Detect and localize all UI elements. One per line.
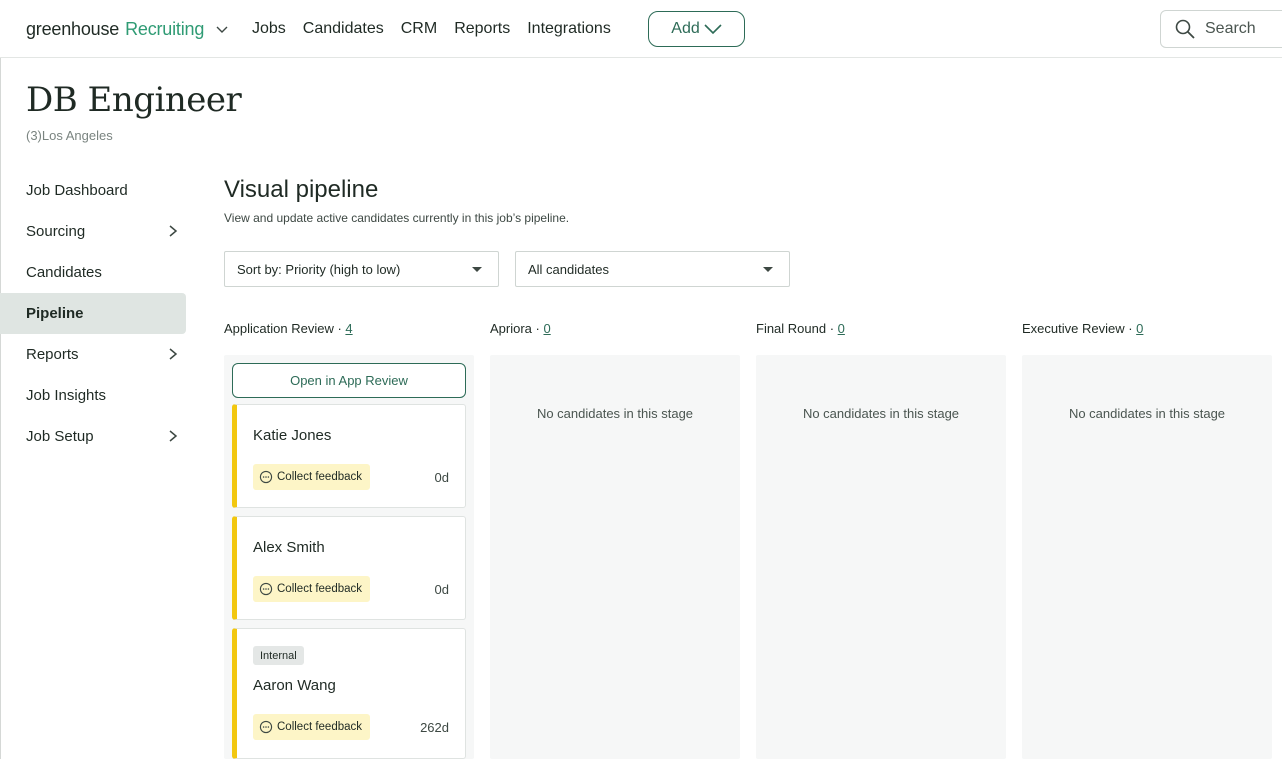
chevron-right-icon xyxy=(169,348,178,360)
stage-name: Executive Review xyxy=(1022,321,1125,336)
chevron-down-icon xyxy=(704,24,722,35)
stage-separator: · xyxy=(1124,321,1137,336)
sort-select-value: Sort by: Priority (high to low) xyxy=(237,261,401,277)
caret-down-icon xyxy=(472,267,482,272)
product-name: Recruiting xyxy=(125,18,205,39)
comment-icon xyxy=(259,470,273,484)
stage-header-apriora: Apriora · 0 xyxy=(490,321,551,336)
stage-name: Apriora xyxy=(490,321,532,336)
comment-icon xyxy=(259,720,273,734)
stage-header-application-review: Application Review · 4 xyxy=(224,321,353,336)
empty-stage-message: No candidates in this stage xyxy=(802,406,960,421)
stage-column-application-review: Open in App Review Katie Jones Collect f… xyxy=(224,355,474,759)
stage-name: Application Review xyxy=(224,321,334,336)
main-nav: Jobs Candidates CRM Reports Integrations xyxy=(252,0,611,58)
empty-stage-message: No candidates in this stage xyxy=(536,406,694,421)
page-title: DB Engineer xyxy=(26,80,242,120)
badge-label: Collect feedback xyxy=(277,583,363,595)
nav-crm[interactable]: CRM xyxy=(401,20,437,38)
internal-tag: Internal xyxy=(253,646,304,665)
candidate-name[interactable]: Katie Jones xyxy=(253,427,331,444)
stage-separator: · xyxy=(531,321,544,336)
sidebar-item-label: Job Dashboard xyxy=(26,182,128,199)
stage-name: Final Round xyxy=(756,321,827,336)
candidate-card[interactable]: Alex Smith Collect feedback 0d xyxy=(232,516,466,620)
sidebar-item-reports[interactable]: Reports xyxy=(0,334,186,375)
badge-label: Collect feedback xyxy=(277,721,363,733)
stage-separator: · xyxy=(333,321,346,336)
sidebar-item-job-setup[interactable]: Job Setup xyxy=(0,416,186,457)
sidebar-item-label: Sourcing xyxy=(26,223,86,240)
open-in-app-review-button[interactable]: Open in App Review xyxy=(232,363,466,398)
search-placeholder: Search xyxy=(1205,20,1256,37)
sidebar-item-label: Job Insights xyxy=(26,387,107,404)
stage-header-executive-review: Executive Review · 0 xyxy=(1022,321,1143,336)
empty-stage-message: No candidates in this stage xyxy=(1068,406,1226,421)
comment-icon xyxy=(259,582,273,596)
filter-select-value: All candidates xyxy=(528,261,609,277)
caret-down-icon xyxy=(763,267,773,272)
chevron-right-icon xyxy=(169,430,178,442)
brand-name: greenhouse xyxy=(26,18,120,39)
nav-candidates[interactable]: Candidates xyxy=(303,20,384,38)
app-logo[interactable]: greenhouse Recruiting xyxy=(26,16,228,42)
collect-feedback-badge[interactable]: Collect feedback xyxy=(253,464,371,490)
sort-select[interactable]: Sort by: Priority (high to low) xyxy=(224,251,499,287)
badge-label: Collect feedback xyxy=(277,471,363,483)
add-button[interactable]: Add xyxy=(648,11,745,47)
stage-count-link[interactable]: 0 xyxy=(543,321,550,336)
job-location: (3)Los Angeles xyxy=(26,128,113,143)
sidebar-item-job-insights[interactable]: Job Insights xyxy=(0,375,186,416)
sidebar-item-label: Reports xyxy=(26,346,79,363)
nav-jobs[interactable]: Jobs xyxy=(252,20,286,38)
sidebar-item-candidates[interactable]: Candidates xyxy=(0,252,186,293)
add-button-label: Add xyxy=(671,20,700,37)
stage-count-link[interactable]: 0 xyxy=(838,321,845,336)
days-in-stage: 262d xyxy=(420,720,449,735)
chevron-down-icon[interactable] xyxy=(216,23,228,35)
candidate-name[interactable]: Alex Smith xyxy=(253,539,325,556)
sidebar-item-label: Job Setup xyxy=(26,428,94,445)
sidebar-item-job-dashboard[interactable]: Job Dashboard xyxy=(0,170,186,211)
stage-count-link[interactable]: 0 xyxy=(1136,321,1143,336)
stage-count-link[interactable]: 4 xyxy=(345,321,352,336)
candidate-name[interactable]: Aaron Wang xyxy=(253,677,336,694)
sidebar-item-pipeline[interactable]: Pipeline xyxy=(0,293,186,334)
candidate-card[interactable]: Internal Aaron Wang Collect feedback 262… xyxy=(232,628,466,759)
collect-feedback-badge[interactable]: Collect feedback xyxy=(253,714,371,740)
stage-separator: · xyxy=(826,321,838,336)
search-icon xyxy=(1175,19,1195,39)
candidate-card[interactable]: Katie Jones Collect feedback 0d xyxy=(232,404,466,508)
collect-feedback-badge[interactable]: Collect feedback xyxy=(253,576,371,602)
search-input[interactable]: Search xyxy=(1160,10,1282,48)
stage-column-apriora: No candidates in this stage xyxy=(490,355,740,759)
stage-header-final-round: Final Round · 0 xyxy=(756,321,845,336)
sidebar: Job Dashboard Sourcing Candidates Pipeli… xyxy=(0,170,186,457)
sidebar-item-label: Pipeline xyxy=(26,305,84,322)
candidate-filter-select[interactable]: All candidates xyxy=(515,251,790,287)
nav-integrations[interactable]: Integrations xyxy=(527,20,611,38)
chevron-right-icon xyxy=(169,225,178,237)
stage-column-executive-review: No candidates in this stage xyxy=(1022,355,1272,759)
stage-column-final-round: No candidates in this stage xyxy=(756,355,1006,759)
nav-reports[interactable]: Reports xyxy=(454,20,510,38)
section-title: Visual pipeline xyxy=(224,176,379,203)
days-in-stage: 0d xyxy=(434,582,449,597)
section-description: View and update active candidates curren… xyxy=(224,211,570,225)
days-in-stage: 0d xyxy=(434,470,449,485)
top-navigation: greenhouse Recruiting Jobs Candidates CR… xyxy=(0,0,1282,58)
sidebar-item-label: Candidates xyxy=(26,264,102,281)
sidebar-item-sourcing[interactable]: Sourcing xyxy=(0,211,186,252)
